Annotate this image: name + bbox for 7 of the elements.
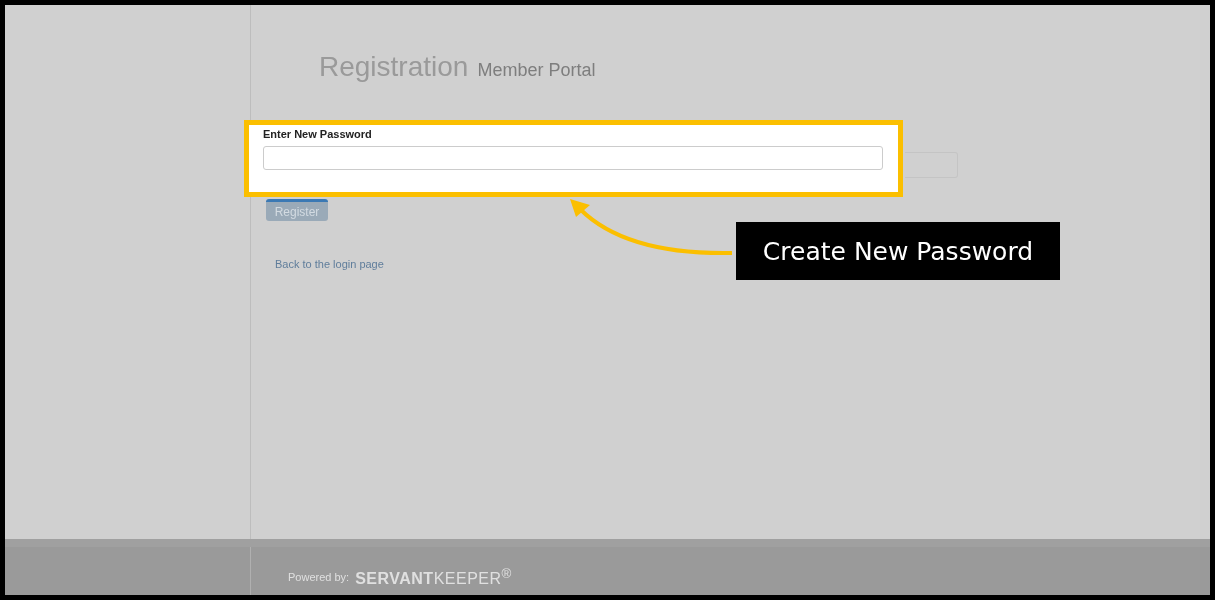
back-to-login-link[interactable]: Back to the login page: [275, 258, 384, 270]
callout-label: Create New Password: [736, 222, 1060, 280]
powered-by-text: Powered by:: [288, 571, 350, 583]
field-label: Enter New Password: [263, 128, 373, 140]
page-subtitle: Member Portal: [477, 60, 596, 81]
register-button[interactable]: Register: [266, 199, 328, 221]
brand-logo: SERVANTKEEPER$^{®}$: [355, 565, 512, 589]
